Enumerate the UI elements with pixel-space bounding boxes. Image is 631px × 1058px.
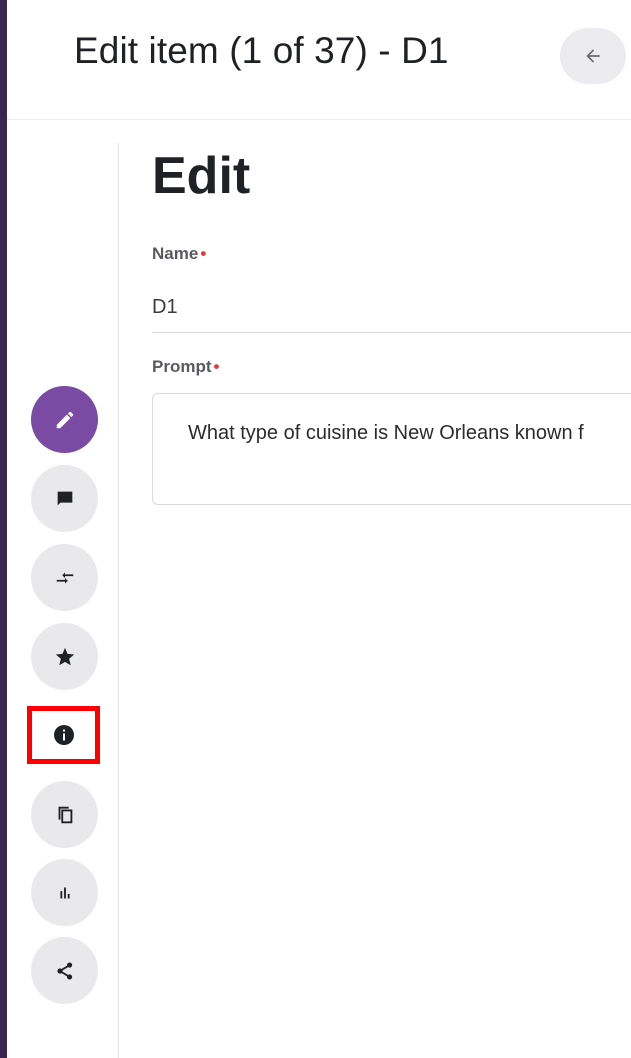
- rail-chart-button[interactable]: [31, 859, 98, 926]
- name-field[interactable]: D1: [152, 296, 178, 319]
- name-label: Name •: [152, 244, 206, 264]
- share-icon: [56, 961, 72, 980]
- rail-share-button[interactable]: [31, 937, 98, 1004]
- rail-copy-button[interactable]: [31, 781, 98, 848]
- info-icon: [53, 725, 74, 745]
- pencil-icon: [56, 411, 73, 428]
- name-field-underline: [152, 332, 631, 333]
- rail-edit-button[interactable]: [31, 386, 98, 453]
- bar-chart-icon: [59, 887, 70, 898]
- rail-star-button[interactable]: [31, 623, 98, 690]
- prompt-field[interactable]: What type of cuisine is New Orleans know…: [152, 393, 631, 505]
- prompt-text: What type of cuisine is New Orleans know…: [188, 422, 584, 444]
- required-marker: •: [213, 357, 220, 376]
- edit-heading: Edit: [152, 147, 251, 205]
- window-left-border: [0, 0, 7, 1058]
- rail-compare-button[interactable]: [31, 544, 98, 611]
- back-button[interactable]: [560, 28, 626, 84]
- arrow-left-icon: [586, 49, 600, 63]
- rail-comment-button[interactable]: [31, 465, 98, 532]
- header-bar: Edit item (1 of 37) - D1: [7, 0, 631, 120]
- required-marker: •: [200, 244, 207, 263]
- rail-info-button[interactable]: [27, 706, 100, 764]
- prompt-label: Prompt •: [152, 357, 219, 377]
- compare-arrows-icon: [56, 572, 73, 583]
- name-label-text: Name: [152, 244, 199, 263]
- page-title: Edit item (1 of 37) - D1: [74, 30, 449, 71]
- comment-icon: [57, 491, 72, 505]
- star-icon: [55, 647, 74, 665]
- rail-divider: [118, 143, 119, 1058]
- prompt-label-text: Prompt: [152, 357, 212, 376]
- copy-icon: [58, 806, 72, 823]
